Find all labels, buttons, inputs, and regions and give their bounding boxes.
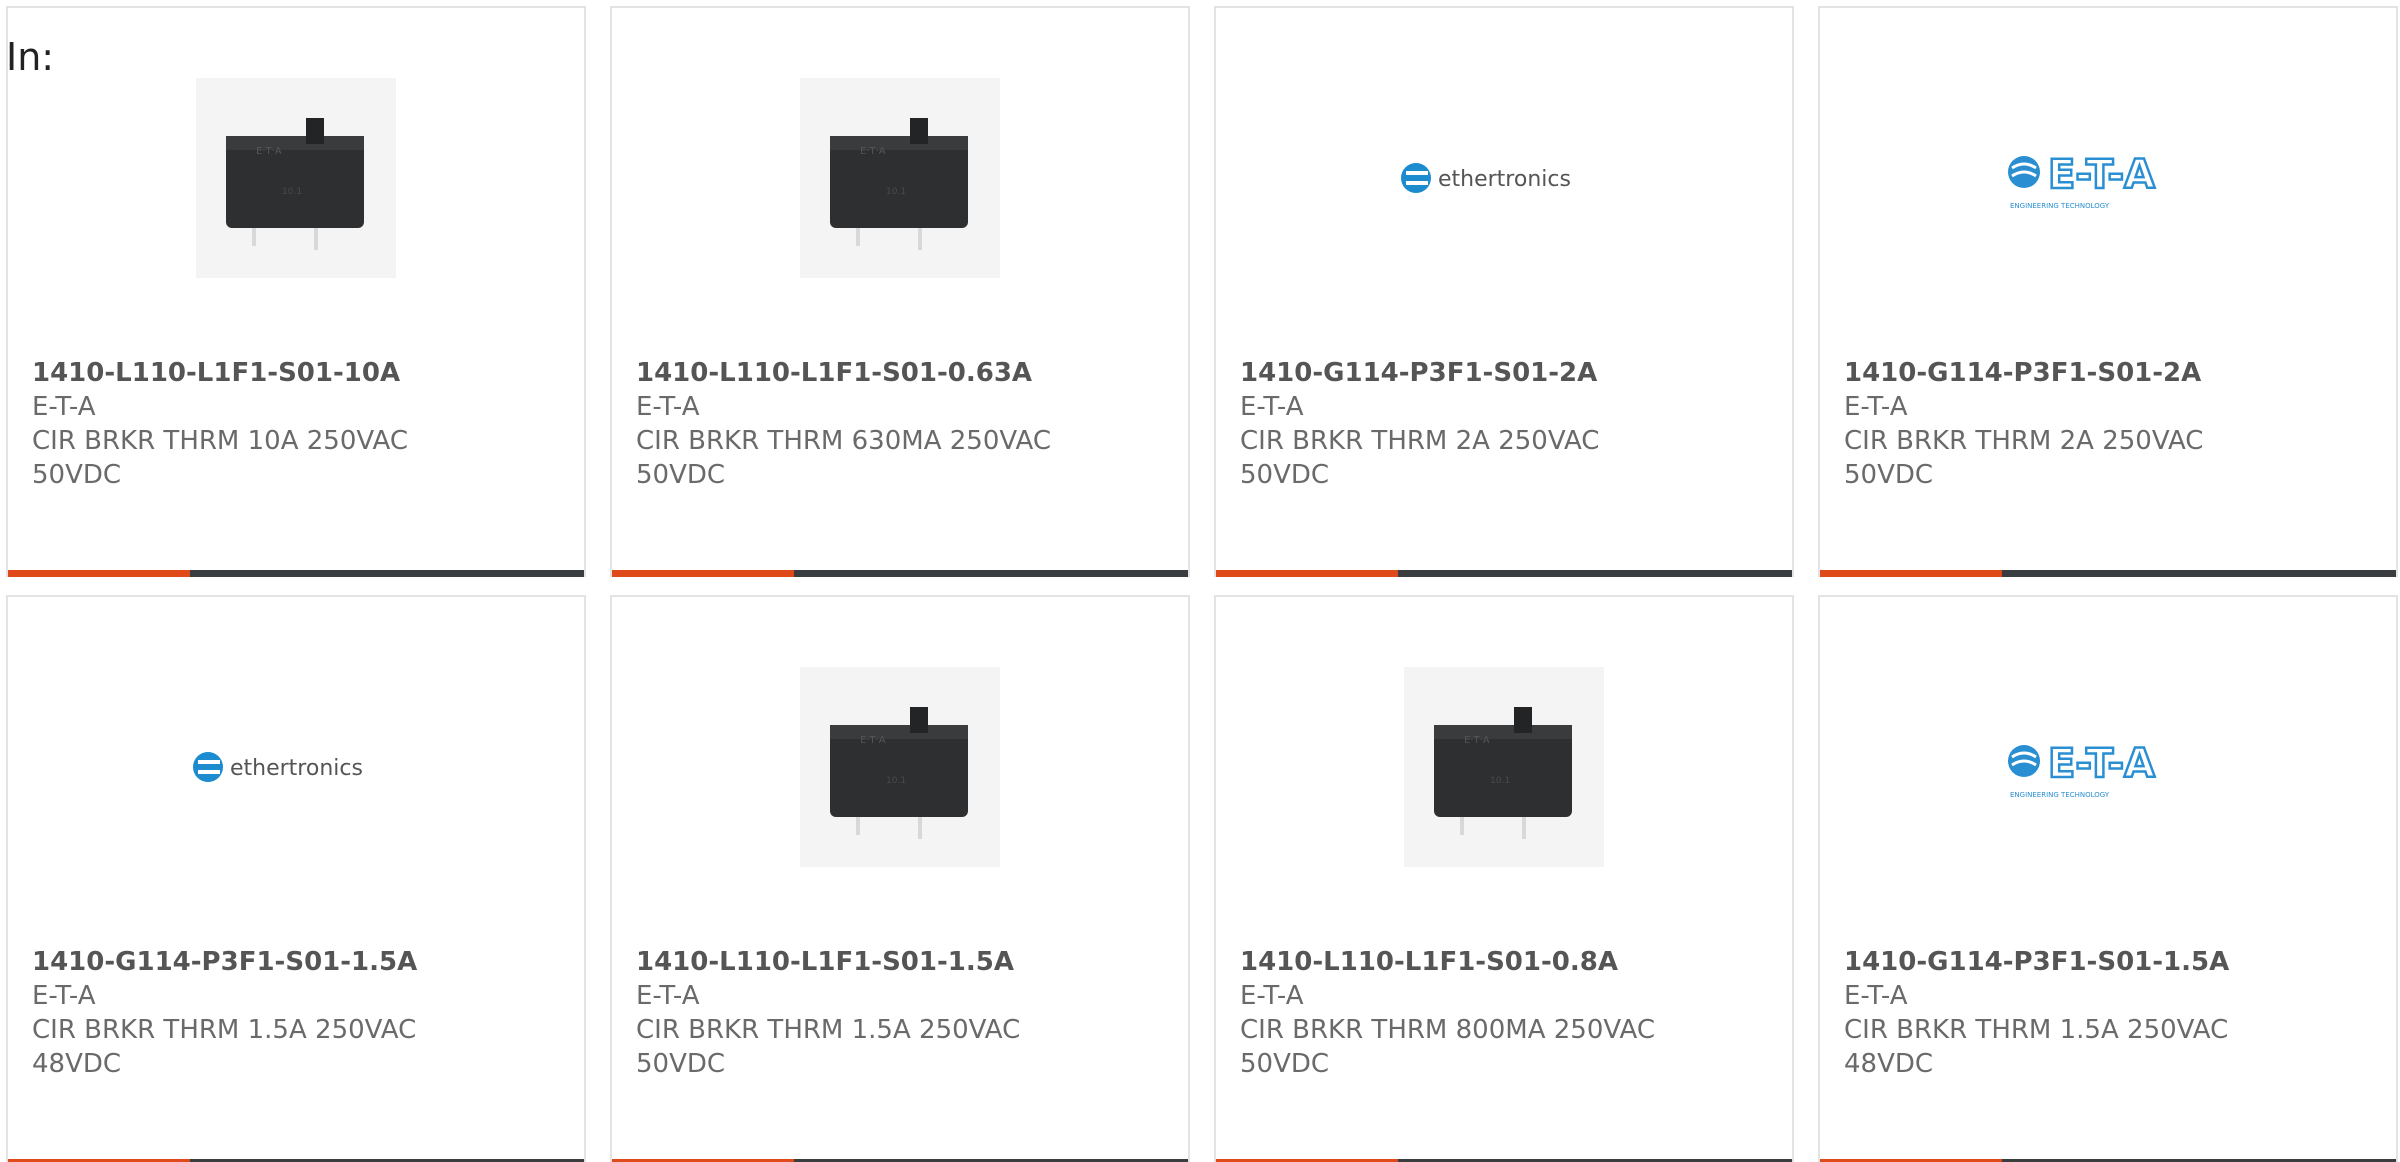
product-card[interactable]: E-T-A ENGINEERING TECHNOLOGY 1410-G114-P… — [1818, 6, 2398, 577]
svg-text:ethertronics: ethertronics — [230, 756, 363, 781]
description: CIR BRKR THRM 630MA 250VAC 50VDC — [636, 426, 1051, 490]
svg-text:10.1: 10.1 — [886, 187, 906, 197]
svg-text:10.1: 10.1 — [1490, 776, 1510, 786]
description: CIR BRKR THRM 1.5A 250VAC 50VDC — [636, 1015, 1021, 1079]
card-footer-bar — [1820, 570, 2396, 577]
card-footer-bar — [1216, 570, 1792, 577]
circuit-breaker-image: E·T·A 10.1 — [226, 118, 364, 250]
product-info: 1410-L110-L1F1-S01-10A E-T-A CIR BRKR TH… — [32, 356, 560, 492]
svg-text:E-T-A: E-T-A — [2048, 152, 2155, 198]
circuit-breaker-image: E·T·A 10.1 — [1434, 707, 1572, 839]
search-results-page: In: E·T·A 10.1 1410-L110-L1F1-S01-10A E-… — [0, 0, 2400, 1162]
manufacturer: E-T-A — [32, 981, 96, 1011]
manufacturer: E-T-A — [636, 981, 700, 1011]
manufacturer: E-T-A — [32, 392, 96, 422]
circuit-breaker-image: E·T·A 10.1 — [830, 118, 968, 250]
manufacturer: E-T-A — [1844, 392, 1908, 422]
manufacturer: E-T-A — [636, 392, 700, 422]
eta-logo-icon: E-T-A ENGINEERING TECHNOLOGY — [2008, 151, 2156, 210]
product-info: 1410-L110-L1F1-S01-1.5A E-T-A CIR BRKR T… — [636, 945, 1164, 1081]
svg-text:ENGINEERING TECHNOLOGY: ENGINEERING TECHNOLOGY — [2010, 791, 2110, 799]
manufacturer: E-T-A — [1240, 392, 1304, 422]
eta-logo: E-T-A ENGINEERING TECHNOLOGY — [2008, 78, 2208, 278]
description: CIR BRKR THRM 1.5A 250VAC 48VDC — [32, 1015, 417, 1079]
manufacturer: E-T-A — [1240, 981, 1304, 1011]
accent-bar — [1216, 570, 1398, 577]
product-info: 1410-L110-L1F1-S01-0.63A E-T-A CIR BRKR … — [636, 356, 1164, 492]
accent-bar — [1820, 570, 2002, 577]
product-info: 1410-G114-P3F1-S01-2A E-T-A CIR BRKR THR… — [1844, 356, 2372, 492]
svg-text:E-T-A: E-T-A — [2048, 741, 2155, 787]
eta-logo: E-T-A ENGINEERING TECHNOLOGY — [2008, 667, 2208, 867]
description: CIR BRKR THRM 1.5A 250VAC 48VDC — [1844, 1015, 2229, 1079]
breaker-photo: E·T·A 10.1 — [196, 78, 396, 278]
ethertronics-logo-icon: ethertronics — [1401, 163, 1571, 193]
breaker-photo: E·T·A 10.1 — [800, 667, 1000, 867]
manufacturer: E-T-A — [1844, 981, 1908, 1011]
product-card[interactable]: E-T-A ENGINEERING TECHNOLOGY 1410-G114-P… — [1818, 595, 2398, 1162]
svg-text:ENGINEERING TECHNOLOGY: ENGINEERING TECHNOLOGY — [2010, 202, 2110, 210]
part-number-link[interactable]: 1410-L110-L1F1-S01-0.63A — [636, 356, 1164, 390]
product-card[interactable]: E·T·A 10.1 1410-L110-L1F1-S01-0.63A E-T-… — [610, 6, 1190, 577]
svg-text:E·T·A: E·T·A — [860, 146, 886, 157]
breaker-photo: E·T·A 10.1 — [1404, 667, 1604, 867]
circuit-breaker-image: E·T·A 10.1 — [830, 707, 968, 839]
part-number-link[interactable]: 1410-G114-P3F1-S01-2A — [1240, 356, 1768, 390]
product-info: 1410-G114-P3F1-S01-1.5A E-T-A CIR BRKR T… — [32, 945, 560, 1081]
part-number-link[interactable]: 1410-L110-L1F1-S01-0.8A — [1240, 945, 1768, 979]
product-card[interactable]: E·T·A 10.1 1410-L110-L1F1-S01-1.5A E-T-A… — [610, 595, 1190, 1162]
product-card[interactable]: ethertronics 1410-G114-P3F1-S01-1.5A E-T… — [6, 595, 586, 1162]
svg-text:E·T·A: E·T·A — [256, 146, 282, 157]
ethertronics-logo: ethertronics — [186, 667, 406, 867]
svg-text:ethertronics: ethertronics — [1438, 167, 1571, 192]
svg-text:10.1: 10.1 — [886, 776, 906, 786]
svg-text:E·T·A: E·T·A — [1464, 735, 1490, 746]
product-card[interactable]: E·T·A 10.1 1410-L110-L1F1-S01-0.8A E-T-A… — [1214, 595, 1794, 1162]
part-number-link[interactable]: 1410-G114-P3F1-S01-1.5A — [32, 945, 560, 979]
svg-text:E·T·A: E·T·A — [860, 735, 886, 746]
accent-bar — [612, 570, 794, 577]
filter-label: In: — [6, 35, 55, 79]
description: CIR BRKR THRM 10A 250VAC 50VDC — [32, 426, 408, 490]
product-card[interactable]: E·T·A 10.1 1410-L110-L1F1-S01-10A E-T-A … — [6, 6, 586, 577]
accent-bar — [8, 570, 190, 577]
product-info: 1410-G114-P3F1-S01-2A E-T-A CIR BRKR THR… — [1240, 356, 1768, 492]
product-info: 1410-L110-L1F1-S01-0.8A E-T-A CIR BRKR T… — [1240, 945, 1768, 1081]
breaker-photo: E·T·A 10.1 — [800, 78, 1000, 278]
description: CIR BRKR THRM 800MA 250VAC 50VDC — [1240, 1015, 1655, 1079]
product-grid: E·T·A 10.1 1410-L110-L1F1-S01-10A E-T-A … — [6, 6, 2398, 1162]
part-number-link[interactable]: 1410-G114-P3F1-S01-1.5A — [1844, 945, 2372, 979]
part-number-link[interactable]: 1410-L110-L1F1-S01-1.5A — [636, 945, 1164, 979]
description: CIR BRKR THRM 2A 250VAC 50VDC — [1240, 426, 1600, 490]
part-number-link[interactable]: 1410-G114-P3F1-S01-2A — [1844, 356, 2372, 390]
description: CIR BRKR THRM 2A 250VAC 50VDC — [1844, 426, 2204, 490]
ethertronics-logo: ethertronics — [1394, 78, 1614, 278]
ethertronics-logo-icon: ethertronics — [193, 752, 363, 782]
product-info: 1410-G114-P3F1-S01-1.5A E-T-A CIR BRKR T… — [1844, 945, 2372, 1081]
part-number-link[interactable]: 1410-L110-L1F1-S01-10A — [32, 356, 560, 390]
eta-logo-icon: E-T-A ENGINEERING TECHNOLOGY — [2008, 740, 2156, 799]
card-footer-bar — [8, 570, 584, 577]
card-footer-bar — [612, 570, 1188, 577]
svg-text:10.1: 10.1 — [282, 187, 302, 197]
product-card[interactable]: ethertronics 1410-G114-P3F1-S01-2A E-T-A… — [1214, 6, 1794, 577]
